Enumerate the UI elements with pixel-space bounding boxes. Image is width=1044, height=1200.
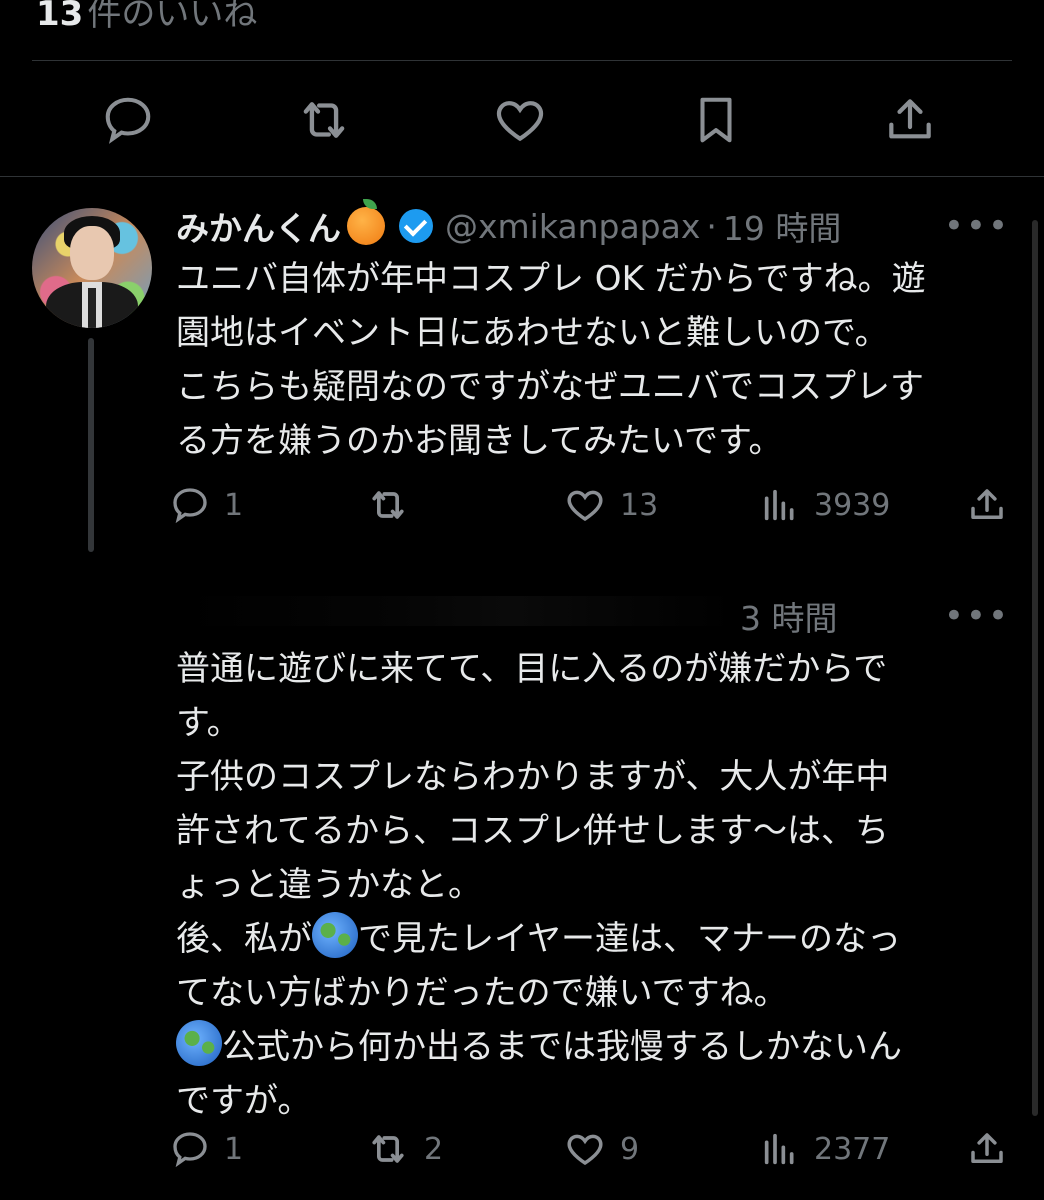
likes-count-summary[interactable]: 13 件のいいね	[36, 0, 257, 35]
retweet-button[interactable]: 2	[366, 1124, 443, 1174]
like-button[interactable]: 13	[564, 480, 658, 530]
timestamp[interactable]: 19 時間	[723, 202, 841, 250]
tweet-line: てない方ばかりだったので嫌いですね。	[176, 973, 788, 1013]
reply-count: 1	[224, 487, 244, 523]
divider	[0, 176, 1044, 177]
reply-count: 1	[224, 1131, 244, 1167]
retweet-button[interactable]	[366, 480, 424, 530]
bookmark-icon[interactable]	[684, 88, 748, 152]
thread-line	[88, 338, 94, 552]
main-tweet-actions	[0, 88, 1044, 152]
retweet-count: 2	[424, 1131, 444, 1167]
tweet-header: みかんくん @xmikanpapax · 19 時間	[176, 199, 841, 250]
tweet-line: 公式から何か出るまでは我慢するしかないん	[176, 1020, 1006, 1074]
tweet-line: 許されてるから、コスプレ併せします〜は、ち	[176, 811, 889, 851]
timestamp[interactable]: 3 時間	[740, 592, 838, 640]
like-count: 9	[620, 1131, 640, 1167]
views-count: 3939	[814, 487, 891, 523]
tweet-line: 子供のコスプレならわかりますが、大人が年中	[176, 757, 890, 797]
avatar[interactable]	[32, 208, 152, 328]
reply-button[interactable]: 1	[170, 1124, 243, 1174]
globe-emoji-icon	[312, 912, 358, 958]
tweet-line: 後、私が で見たレイヤー達は、マナーのなっ	[176, 912, 1006, 966]
like-count: 13	[620, 487, 659, 523]
share-button[interactable]	[966, 480, 1008, 530]
tweet-line: る方を嫌うのかお聞きしてみたいです。	[176, 421, 783, 461]
reply-button[interactable]: 1	[170, 480, 243, 530]
tweet-line: 園地はイベント日にあわせないと難しいので。	[176, 313, 889, 353]
like-button[interactable]: 9	[564, 1124, 639, 1174]
tweet-actions: 1 13 3939	[170, 480, 1014, 530]
views-count: 2377	[814, 1131, 891, 1167]
views-button[interactable]: 2377	[760, 1124, 890, 1174]
globe-emoji-icon	[176, 1020, 222, 1066]
views-button[interactable]: 3939	[760, 480, 890, 530]
more-options-icon[interactable]: •••	[944, 206, 1010, 246]
reply-icon[interactable]	[96, 88, 160, 152]
orange-emoji-icon	[347, 199, 385, 245]
display-name[interactable]: みかんくん	[176, 202, 341, 250]
tweet-line: 普通に遊びに来てて、目に入るのが嫌だからで	[176, 649, 888, 689]
tweet-text: ユニバ自体が年中コスプレ OK だからですね。遊 園地はイベント日にあわせないと…	[176, 252, 1006, 468]
share-icon[interactable]	[878, 88, 942, 152]
share-button[interactable]	[966, 1124, 1008, 1174]
divider	[32, 60, 1012, 61]
tweet-line: ょっと違うかなと。	[176, 865, 482, 905]
verified-badge-icon	[399, 209, 433, 243]
tweet-actions: 1 2 9 2377	[170, 1124, 1014, 1174]
tweet-line: ユニバ自体が年中コスプレ OK だからですね。遊	[176, 259, 926, 299]
redacted-header	[176, 596, 736, 626]
scrollbar[interactable]	[1032, 220, 1038, 1116]
like-icon[interactable]	[488, 88, 552, 152]
handle[interactable]: @xmikanpapax	[445, 207, 700, 246]
tweet-line: こちらも疑問なのですがなぜユニバでコスプレす	[176, 367, 924, 407]
tweet-line: ですが。	[176, 1081, 312, 1121]
tweet-text: 普通に遊びに来てて、目に入るのが嫌だからで す。 子供のコスプレならわかりますが…	[176, 642, 1006, 1128]
retweet-icon[interactable]	[292, 88, 356, 152]
more-options-icon[interactable]: •••	[944, 596, 1010, 636]
tweet-header: 3 時間	[740, 592, 838, 640]
tweet-line: す。	[176, 703, 241, 743]
separator: ·	[706, 206, 717, 246]
